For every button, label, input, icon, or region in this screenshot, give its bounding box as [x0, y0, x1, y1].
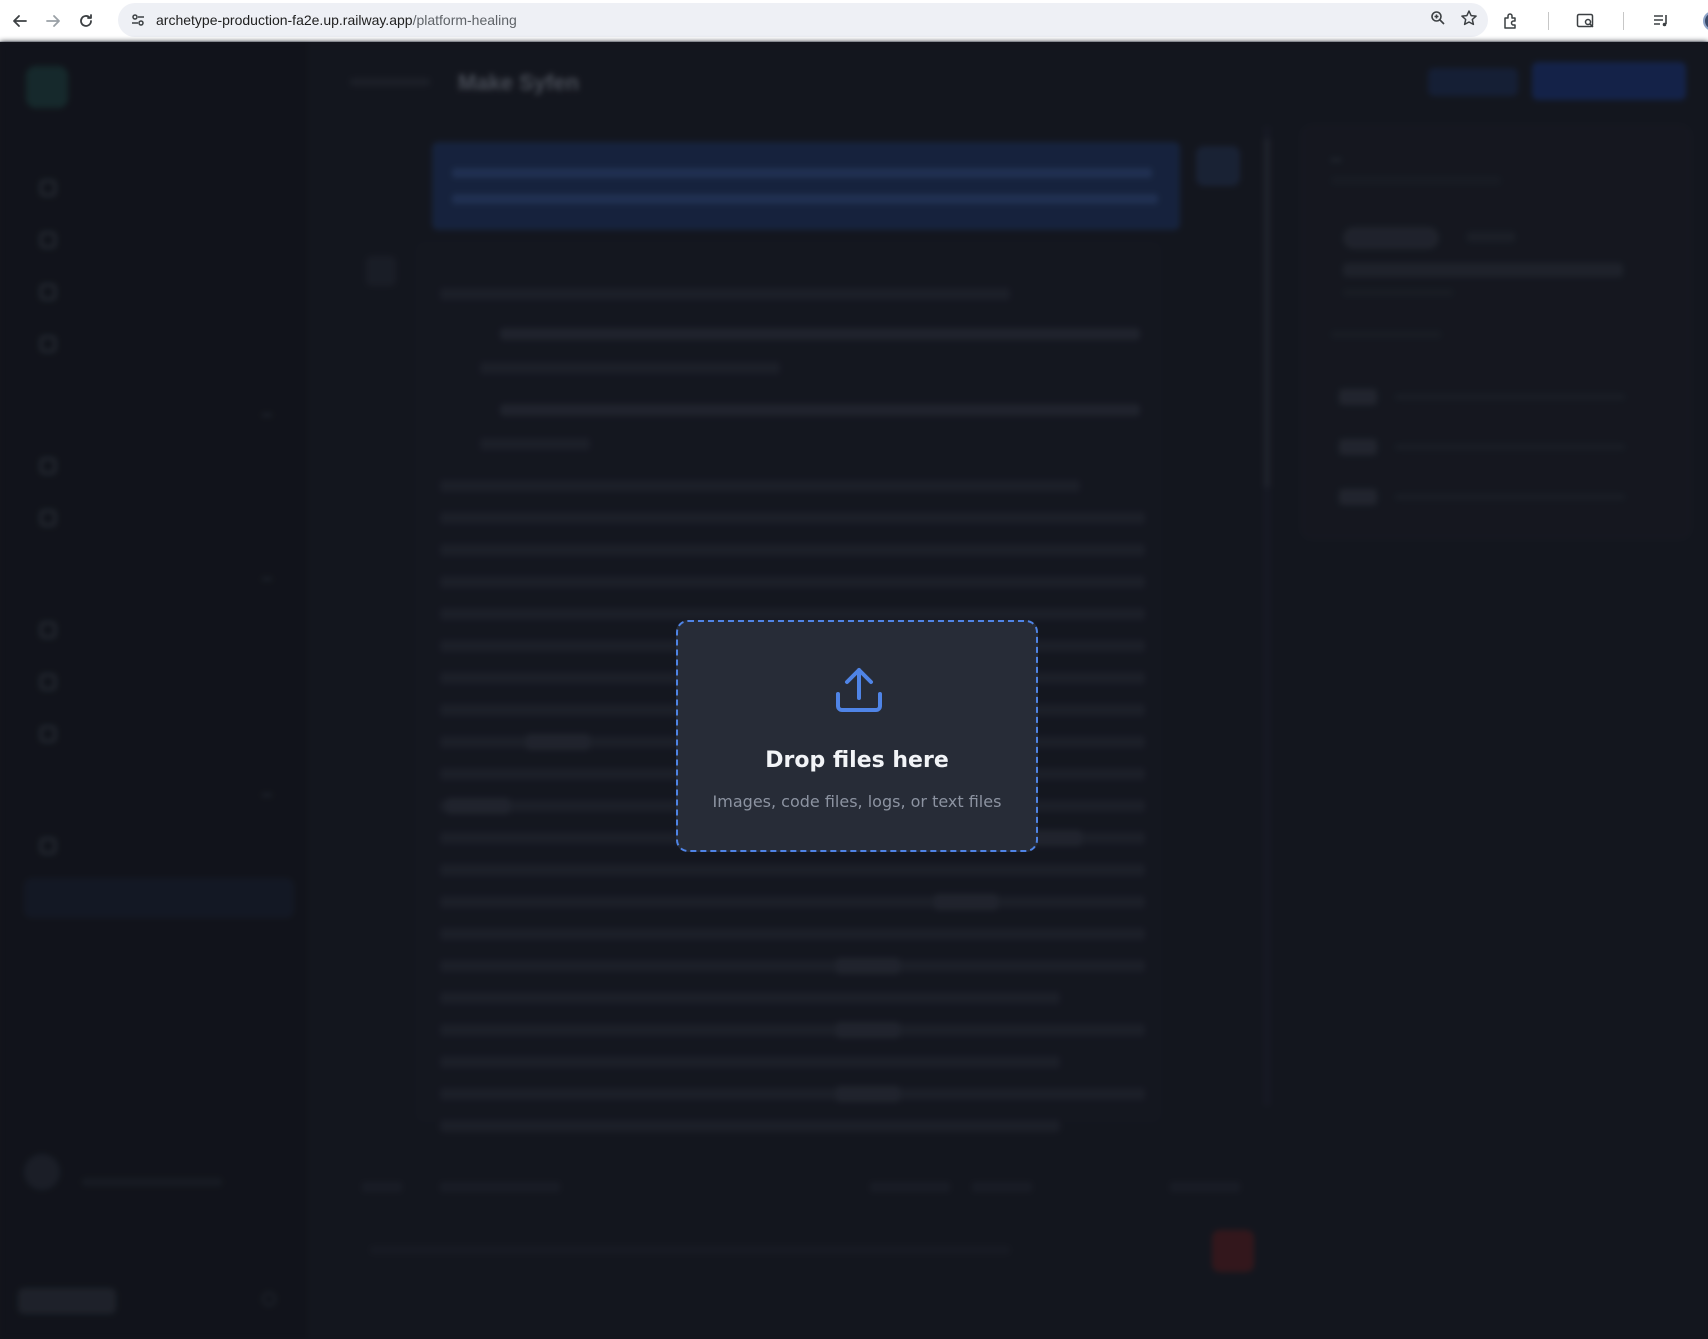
toolbar-divider	[1623, 12, 1624, 30]
forward-button[interactable]	[40, 8, 66, 34]
url-host: archetype-production-fa2e.up.railway.app	[156, 12, 413, 28]
upload-icon	[836, 668, 882, 712]
forward-arrow-icon	[46, 14, 60, 27]
reload-button[interactable]	[73, 8, 99, 34]
drop-title: Drop files here	[765, 748, 949, 773]
reload-icon	[80, 13, 92, 27]
bookmark-star-icon[interactable]	[1460, 9, 1478, 32]
browser-toolbar: archetype-production-fa2e.up.railway.app…	[0, 0, 1708, 42]
zoom-icon[interactable]	[1430, 10, 1446, 31]
tab-search-icon[interactable]	[1571, 6, 1601, 36]
url-path: /platform-healing	[412, 12, 517, 28]
back-arrow-icon	[13, 14, 27, 27]
media-controls-icon[interactable]	[1646, 6, 1676, 36]
extensions-icon[interactable]	[1496, 6, 1526, 36]
site-settings-icon[interactable]	[127, 12, 149, 28]
profile-avatar-icon[interactable]	[1698, 6, 1708, 36]
back-button[interactable]	[7, 8, 33, 34]
url-text: archetype-production-fa2e.up.railway.app…	[156, 12, 517, 28]
address-bar[interactable]: archetype-production-fa2e.up.railway.app…	[118, 3, 1488, 37]
drop-overlay[interactable]: Drop files here Images, code files, logs…	[0, 42, 1708, 1339]
file-drop-zone[interactable]: Drop files here Images, code files, logs…	[676, 620, 1038, 852]
drop-subtitle: Images, code files, logs, or text files	[712, 792, 1002, 811]
toolbar-divider	[1548, 12, 1549, 30]
